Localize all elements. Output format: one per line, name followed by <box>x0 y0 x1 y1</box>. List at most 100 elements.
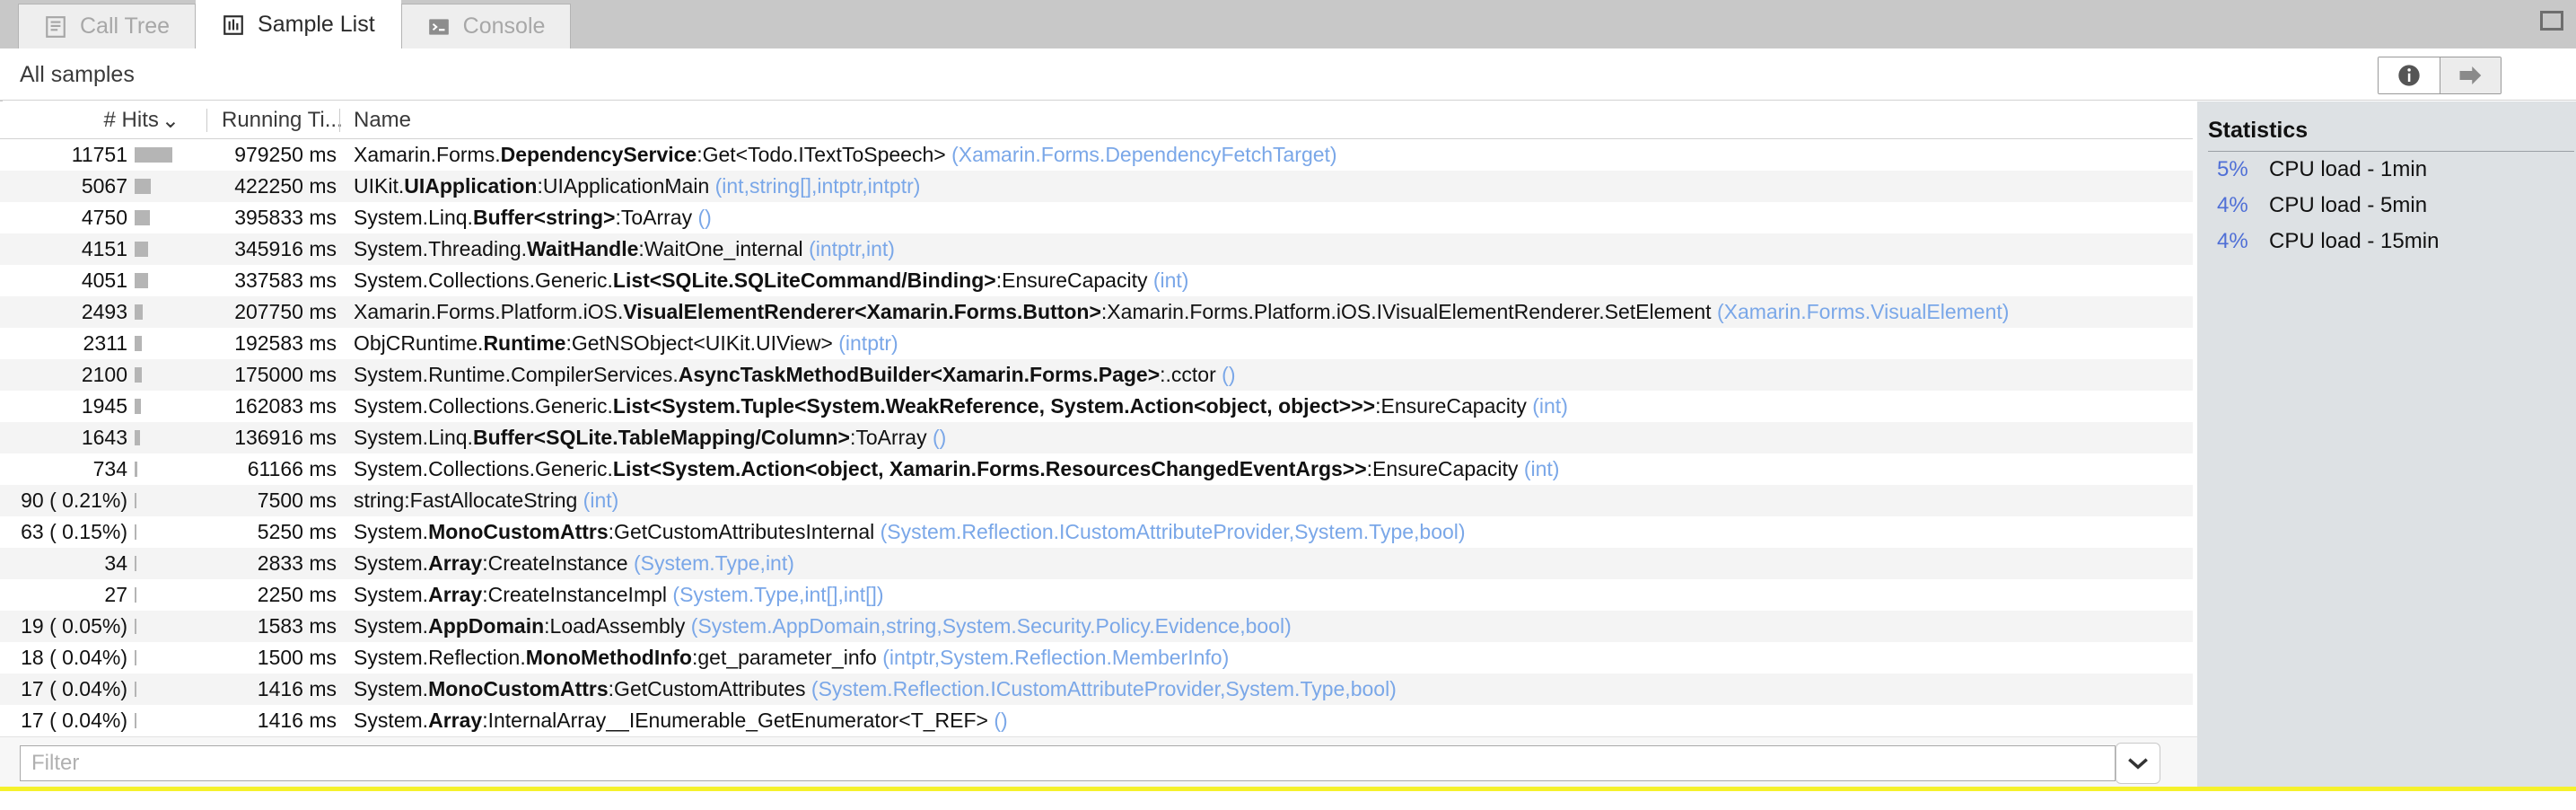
window-maximize-button[interactable] <box>2540 11 2563 31</box>
column-header-running-time[interactable]: Running Ti... <box>222 101 347 139</box>
name-namespace: System.Collections.Generic. <box>354 394 613 418</box>
name-type: Runtime <box>483 331 566 355</box>
cell-hits: 2100 <box>81 363 127 386</box>
cell-hits: 2493 <box>81 300 127 323</box>
hits-bar <box>135 587 136 603</box>
name-type: AppDomain <box>428 614 545 638</box>
cell-name: System.AppDomain:LoadAssembly (System.Ap… <box>346 614 2193 638</box>
table-row[interactable]: 17 ( 0.04%) 1416 ms System.MonoCustomAttrs… <box>0 674 2193 705</box>
name-namespace: System.Collections.Generic. <box>354 269 613 292</box>
hits-bar <box>135 493 136 508</box>
cell-hits: 4151 <box>81 237 127 260</box>
table-row[interactable]: 4051 337583 ms System.Collections.Generic.… <box>0 265 2193 296</box>
table-row[interactable]: 18 ( 0.04%) 1500 ms System.Reflection.Mono… <box>0 642 2193 674</box>
name-type: VisualElementRenderer<Xamarin.Forms.Butt… <box>623 300 1101 323</box>
hits-bar <box>135 619 136 634</box>
hits-bar <box>135 462 137 477</box>
column-header-name[interactable]: Name <box>354 101 411 139</box>
toolbar-button-group <box>2378 57 2502 94</box>
filter-dropdown-button[interactable] <box>2116 743 2160 784</box>
cell-name: Xamarin.Forms.Platform.iOS.VisualElement… <box>346 300 2193 324</box>
cell-name: System.MonoCustomAttrs:GetCustomAttribut… <box>346 677 2193 701</box>
name-signature: (System.Type,int[],int[]) <box>672 583 884 606</box>
hits-bar-container <box>135 642 188 674</box>
name-namespace: Xamarin.Forms.Platform.iOS. <box>354 300 624 323</box>
table-row[interactable]: 734 61166 ms System.Collections.Generic.Li… <box>0 453 2193 485</box>
column-divider-2[interactable] <box>339 109 340 132</box>
name-type: Array <box>428 709 483 732</box>
hits-bar <box>135 210 150 225</box>
name-method: :GetCustomAttributesInternal <box>608 520 875 543</box>
name-signature: (intptr) <box>838 331 898 355</box>
cell-running-time: 345916 ms <box>234 237 337 260</box>
table-row[interactable]: 4151 345916 ms System.Threading.WaitHandle… <box>0 233 2193 265</box>
table-row[interactable]: 90 ( 0.21%) 7500 ms string:FastAllocateStr… <box>0 485 2193 516</box>
hits-bar <box>135 399 141 414</box>
name-signature: (int) <box>1523 457 1560 480</box>
hits-bar <box>135 524 136 540</box>
name-type: Buffer<SQLite.TableMapping/Column> <box>472 426 850 449</box>
column-header-hits-label: # Hits <box>103 108 159 132</box>
hits-bar <box>135 242 148 257</box>
hits-bar <box>135 336 143 351</box>
hits-bar-container <box>135 202 188 233</box>
table-row[interactable]: 2493 207750 ms Xamarin.Forms.Platform.iOS.… <box>0 296 2193 328</box>
cell-hits: 19 ( 0.05%) <box>21 614 127 638</box>
cell-running-time: 192583 ms <box>234 331 337 355</box>
name-type: List<System.Action<object, Xamarin.Forms… <box>612 457 1367 480</box>
column-divider-1[interactable] <box>206 109 207 132</box>
table-row[interactable]: 1643 136916 ms System.Linq.Buffer<SQLite.T… <box>0 422 2193 453</box>
cell-hits: 17 ( 0.04%) <box>21 677 127 700</box>
table-row[interactable]: 1945 162083 ms System.Collections.Generic.… <box>0 391 2193 422</box>
forward-button[interactable] <box>2440 57 2501 93</box>
hits-bar-container <box>135 359 188 391</box>
name-method: :Get<Todo.ITextToSpeech> <box>697 143 946 166</box>
cell-running-time: 7500 ms <box>257 489 337 512</box>
hits-bar <box>135 430 140 445</box>
tab-call-tree[interactable]: Call Tree <box>18 4 197 48</box>
table-row[interactable]: 4750 395833 ms System.Linq.Buffer<string>:… <box>0 202 2193 233</box>
name-method: :EnsureCapacity <box>1375 394 1527 418</box>
cell-hits: 90 ( 0.21%) <box>21 489 127 512</box>
name-type: UIApplication <box>404 174 538 198</box>
hits-bar-container <box>135 296 188 328</box>
table-row[interactable]: 11751 979250 ms Xamarin.Forms.DependencySe… <box>0 139 2193 171</box>
table-row[interactable]: 34 2833 ms System.Array:CreateInstance (Sy… <box>0 548 2193 579</box>
table-row[interactable]: 27 2250 ms System.Array:CreateInstanceImpl… <box>0 579 2193 611</box>
table-row[interactable]: 17 ( 0.04%) 1416 ms System.Array:InternalA… <box>0 705 2193 736</box>
statistics-label: CPU load - 15min <box>2269 229 2440 253</box>
tab-console[interactable]: Console <box>400 4 572 48</box>
name-method: :get_parameter_info <box>691 646 877 669</box>
hits-bar-container <box>135 579 188 611</box>
table-row[interactable]: 2100 175000 ms System.Runtime.CompilerServ… <box>0 359 2193 391</box>
cell-hits: 734 <box>92 457 127 480</box>
name-type: MonoCustomAttrs <box>428 677 609 700</box>
statistics-value: 4% <box>2217 229 2248 253</box>
hits-bar <box>135 304 143 320</box>
cell-running-time: 61166 ms <box>247 457 337 480</box>
cell-hits: 34 <box>104 551 127 575</box>
table-row[interactable]: 63 ( 0.15%) 5250 ms System.MonoCustomAttrs… <box>0 516 2193 548</box>
table-row[interactable]: 19 ( 0.05%) 1583 ms System.AppDomain:LoadA… <box>0 611 2193 642</box>
column-header-hits[interactable]: # Hits ⌄ <box>0 101 188 139</box>
cell-name: System.Linq.Buffer<string>:ToArray () <box>346 206 2193 230</box>
name-method: :GetNSObject<UIKit.UIView> <box>565 331 833 355</box>
cell-hits: 4750 <box>81 206 127 229</box>
name-namespace: System. <box>354 520 429 543</box>
column-header-row: # Hits ⌄ Running Ti... Name <box>0 101 2193 139</box>
name-namespace: ObjCRuntime. <box>354 331 484 355</box>
hits-bar-container <box>135 453 188 485</box>
cell-hits: 1643 <box>81 426 127 449</box>
cell-running-time: 162083 ms <box>234 394 337 418</box>
table-row[interactable]: 5067 422250 ms UIKit.UIApplication:UIAppli… <box>0 171 2193 202</box>
hits-bar <box>135 367 142 383</box>
table-row[interactable]: 2311 192583 ms ObjCRuntime.Runtime:GetNSOb… <box>0 328 2193 359</box>
filter-input[interactable] <box>20 745 2116 781</box>
hits-bar <box>135 682 136 697</box>
name-namespace: System. <box>354 614 429 638</box>
info-button[interactable] <box>2379 57 2440 93</box>
tab-sample-list[interactable]: Sample List <box>196 0 401 48</box>
cell-name: ObjCRuntime.Runtime:GetNSObject<UIKit.UI… <box>346 331 2193 356</box>
cell-name: System.Threading.WaitHandle:WaitOne_inte… <box>346 237 2193 261</box>
cell-name: System.Runtime.CompilerServices.AsyncTas… <box>346 363 2193 387</box>
